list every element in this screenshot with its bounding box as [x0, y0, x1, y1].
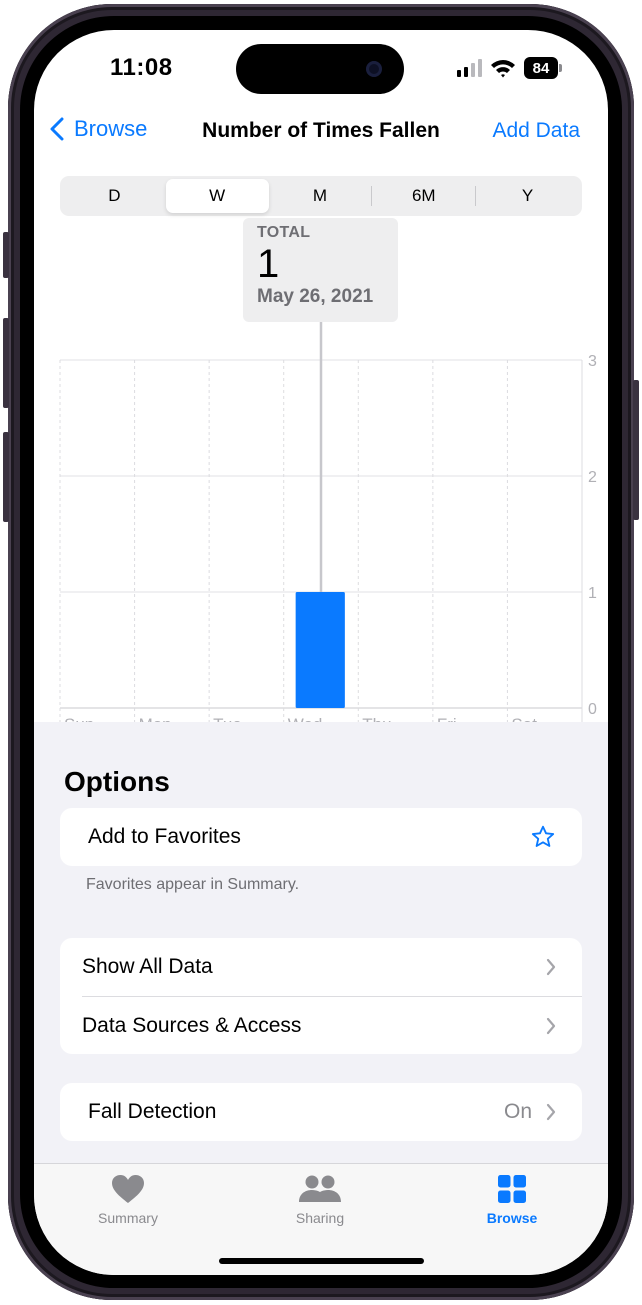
- favorites-card: Add to Favorites: [60, 808, 582, 866]
- x-tick-label: Sun: [64, 715, 94, 722]
- add-data-button[interactable]: Add Data: [492, 119, 580, 143]
- chevron-right-icon: [546, 1017, 556, 1034]
- tab-browse[interactable]: Browse: [452, 1174, 572, 1226]
- cellular-signal-icon: [457, 59, 482, 77]
- people-icon: [299, 1175, 341, 1202]
- fall-detection-status: On: [504, 1100, 556, 1124]
- chevron-right-icon: [546, 958, 556, 976]
- star-icon[interactable]: [530, 824, 556, 850]
- tab-browse-label: Browse: [486, 1210, 538, 1226]
- show-all-data-label: Show All Data: [82, 955, 213, 978]
- tab-sharing[interactable]: Sharing: [260, 1174, 380, 1226]
- y-tick-label: 1: [588, 585, 597, 602]
- x-tick-label: Tue: [213, 715, 242, 722]
- add-to-favorites-label: Add to Favorites: [88, 825, 241, 848]
- data-card: Show All Data Data Sources & Access: [60, 938, 582, 1054]
- add-to-favorites-row[interactable]: Add to Favorites: [60, 808, 582, 866]
- battery-icon: 84: [524, 57, 562, 79]
- heart-icon: [112, 1175, 144, 1203]
- status-time: 11:08: [110, 54, 173, 81]
- bar-wed[interactable]: [295, 592, 345, 708]
- tooltip-date: May 26, 2021: [257, 286, 374, 307]
- x-tick-label: Mon: [139, 715, 172, 722]
- tab-sharing-label: Sharing: [295, 1210, 345, 1226]
- chart-card: D W M 6M Y 0123SunMonTueWedThuFriSat TOT…: [34, 160, 608, 722]
- x-tick-label: Thu: [362, 715, 391, 722]
- action-button: [3, 232, 9, 278]
- dynamic-island: [236, 44, 404, 94]
- volume-down-button: [3, 432, 9, 522]
- selection-tooltip: TOTAL 1 May 26, 2021: [243, 218, 398, 322]
- screen: 11:08 84 Browse Number of Times Fallen A…: [34, 30, 608, 1275]
- wifi-icon: [491, 60, 515, 78]
- show-all-data-row[interactable]: Show All Data: [60, 938, 582, 996]
- favorites-note: Favorites appear in Summary.: [86, 876, 300, 893]
- battery-level: 84: [524, 57, 558, 79]
- y-tick-label: 0: [588, 701, 597, 718]
- tab-summary-label: Summary: [98, 1210, 158, 1226]
- camera-icon: [366, 61, 382, 77]
- tooltip-value: 1: [257, 242, 280, 286]
- grid-icon: [498, 1175, 526, 1203]
- fall-detection-row[interactable]: Fall Detection On: [60, 1083, 582, 1141]
- y-tick-label: 3: [588, 353, 597, 370]
- y-tick-label: 2: [588, 469, 597, 486]
- x-tick-label: Fri: [437, 715, 457, 722]
- volume-up-button: [3, 318, 9, 408]
- chevron-right-icon: [546, 1103, 556, 1121]
- data-sources-row[interactable]: Data Sources & Access: [82, 996, 582, 1054]
- options-heading: Options: [64, 766, 170, 797]
- fall-detection-value: On: [503, 1100, 532, 1123]
- data-sources-label: Data Sources & Access: [82, 1013, 302, 1037]
- home-indicator: [219, 1258, 424, 1264]
- tooltip-label: TOTAL: [257, 224, 311, 241]
- x-tick-label: Sat: [511, 715, 537, 722]
- tab-summary[interactable]: Summary: [68, 1174, 188, 1226]
- status-indicators: 84: [457, 57, 562, 79]
- x-tick-label: Wed: [288, 715, 323, 722]
- fall-detection-label: Fall Detection: [88, 1100, 217, 1123]
- fall-detection-card: Fall Detection On: [60, 1083, 582, 1141]
- power-button: [633, 380, 639, 520]
